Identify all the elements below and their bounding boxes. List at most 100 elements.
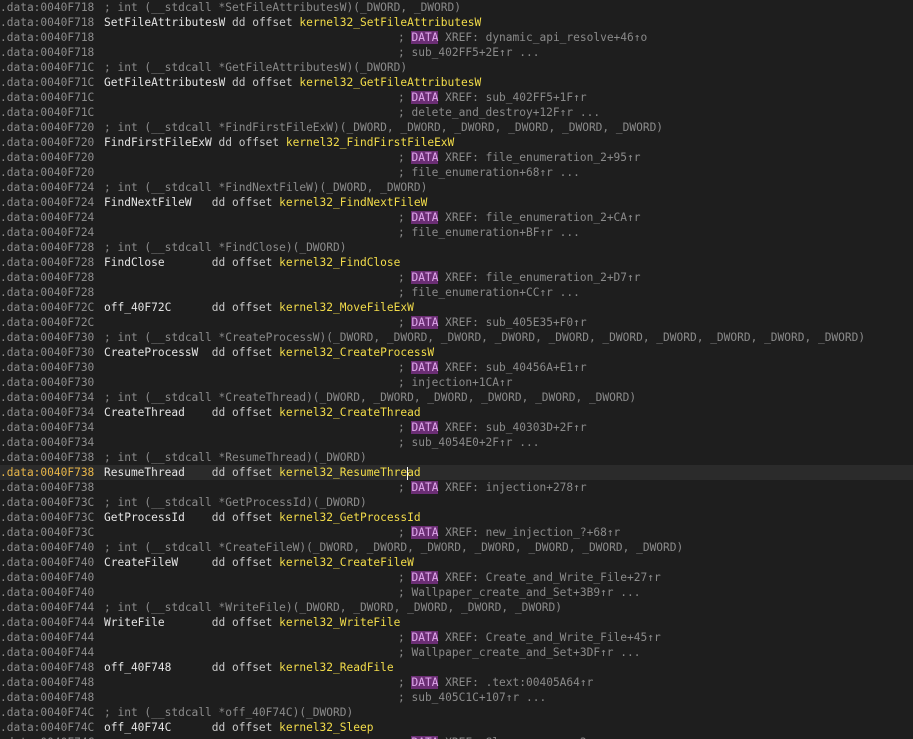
import-target-operand[interactable]: kernel32_Sleep (279, 721, 373, 734)
symbol-label[interactable]: off_40F74C (104, 721, 171, 734)
listing-line[interactable]: .data:0040F734 ; sub_4054E0+2F↑r ... (0, 435, 913, 450)
line-address[interactable]: .data:0040F730 (0, 330, 104, 345)
listing-line[interactable]: .data:0040F720; DATA XREF: file_enumerat… (0, 150, 913, 165)
line-address[interactable]: .data:0040F720 (0, 135, 104, 150)
line-address[interactable]: .data:0040F72C (0, 300, 104, 315)
symbol-label[interactable]: CreateThread (104, 406, 185, 419)
import-target-operand[interactable]: kernel32_FindNextFileW (279, 196, 427, 209)
line-address[interactable]: .data:0040F71C (0, 75, 104, 90)
listing-line[interactable]: .data:0040F728; int (__stdcall *FindClos… (0, 240, 913, 255)
line-address[interactable]: .data:0040F744 (0, 600, 104, 615)
line-address[interactable]: .data:0040F730 (0, 345, 104, 360)
listing-line[interactable]: .data:0040F71C; DATA XREF: sub_402FF5+1F… (0, 90, 913, 105)
line-address[interactable]: .data:0040F718 (0, 15, 104, 30)
line-address[interactable]: .data:0040F71C (0, 90, 104, 105)
xref-reference[interactable]: XREF: file_enumeration_2+D7↑r (438, 271, 640, 284)
listing-line[interactable]: .data:0040F728; DATA XREF: file_enumerat… (0, 270, 913, 285)
line-address[interactable]: .data:0040F718 (0, 45, 104, 60)
import-target-operand[interactable]: kernel32_ReadFile (279, 661, 394, 674)
line-address[interactable]: .data:0040F740 (0, 570, 104, 585)
import-target-operand[interactable]: kernel32_CreateThread (279, 406, 420, 419)
line-address[interactable]: .data:0040F720 (0, 165, 104, 180)
import-target-operand[interactable]: kernel32_WriteFile (279, 616, 400, 629)
listing-line[interactable]: .data:0040F720; int (__stdcall *FindFirs… (0, 120, 913, 135)
line-address[interactable]: .data:0040F718 (0, 30, 104, 45)
import-target-operand-tail[interactable]: ad (407, 466, 420, 479)
listing-line[interactable]: .data:0040F744; DATA XREF: Create_and_Wr… (0, 630, 913, 645)
symbol-label[interactable]: FindClose (104, 256, 165, 269)
import-target-operand[interactable]: kernel32_CreateFileW (279, 556, 414, 569)
line-address[interactable]: .data:0040F738 (0, 465, 104, 480)
listing-line[interactable]: .data:0040F740; int (__stdcall *CreateFi… (0, 540, 913, 555)
line-address[interactable]: .data:0040F744 (0, 630, 104, 645)
line-address[interactable]: .data:0040F724 (0, 225, 104, 240)
line-address[interactable]: .data:0040F730 (0, 375, 104, 390)
symbol-label[interactable]: GetProcessId (104, 511, 185, 524)
line-address[interactable]: .data:0040F728 (0, 255, 104, 270)
listing-line[interactable]: .data:0040F738; int (__stdcall *ResumeTh… (0, 450, 913, 465)
listing-line[interactable]: .data:0040F73C; DATA XREF: new_injection… (0, 525, 913, 540)
listing-line[interactable]: .data:0040F724 FindNextFileW dd offset ke… (0, 195, 913, 210)
line-address[interactable]: .data:0040F748 (0, 660, 104, 675)
xref-reference[interactable]: XREF: .text:00405A64↑r (438, 676, 593, 689)
xref-reference[interactable]: ; injection+1CA↑r (398, 376, 513, 389)
listing-line[interactable]: .data:0040F740 ; Wallpaper_create_and_Set… (0, 585, 913, 600)
listing-line[interactable]: .data:0040F74C off_40F74C dd offset kerne… (0, 720, 913, 735)
listing-line[interactable]: .data:0040F71C; int (__stdcall *GetFileA… (0, 60, 913, 75)
symbol-label[interactable]: WriteFile (104, 616, 165, 629)
line-address[interactable]: .data:0040F74C (0, 705, 104, 720)
listing-line[interactable]: .data:0040F730; int (__stdcall *CreatePr… (0, 330, 913, 345)
line-address[interactable]: .data:0040F738 (0, 450, 104, 465)
line-address[interactable]: .data:0040F72C (0, 315, 104, 330)
listing-line[interactable]: .data:0040F748; DATA XREF: .text:00405A6… (0, 675, 913, 690)
listing-line[interactable]: .data:0040F74C; int (__stdcall *off_40F7… (0, 705, 913, 720)
listing-line[interactable]: .data:0040F718; int (__stdcall *SetFileA… (0, 0, 913, 15)
xref-reference[interactable]: ; file_enumeration+CC↑r ... (398, 286, 580, 299)
symbol-label[interactable]: FindNextFileW (104, 196, 192, 209)
line-address[interactable]: .data:0040F718 (0, 0, 104, 15)
xref-reference[interactable]: ; Wallpaper_create_and_Set+3DF↑r ... (398, 646, 640, 659)
listing-line[interactable]: .data:0040F738; DATA XREF: injection+278… (0, 480, 913, 495)
line-address[interactable]: .data:0040F724 (0, 210, 104, 225)
line-address[interactable]: .data:0040F738 (0, 480, 104, 495)
listing-line[interactable]: .data:0040F740 CreateFileW dd offset kern… (0, 555, 913, 570)
line-address[interactable]: .data:0040F71C (0, 60, 104, 75)
import-target-operand[interactable]: kernel32_MoveFileExW (279, 301, 414, 314)
line-address[interactable]: .data:0040F730 (0, 360, 104, 375)
listing-line[interactable]: .data:0040F724; DATA XREF: file_enumerat… (0, 210, 913, 225)
current-listing-line[interactable]: .data:0040F738 ResumeThread dd offset ker… (0, 465, 913, 480)
xref-reference[interactable]: XREF: sub_40303D+2F↑r (438, 421, 586, 434)
listing-line[interactable]: .data:0040F744 ; Wallpaper_create_and_Set… (0, 645, 913, 660)
line-address[interactable]: .data:0040F720 (0, 120, 104, 135)
line-address[interactable]: .data:0040F74C (0, 720, 104, 735)
xref-reference[interactable]: XREF: sub_40456A+E1↑r (438, 361, 586, 374)
line-address[interactable]: .data:0040F728 (0, 285, 104, 300)
line-address[interactable]: .data:0040F744 (0, 645, 104, 660)
xref-reference[interactable]: ; delete_and_destroy+12F↑r ... (398, 106, 600, 119)
line-address[interactable]: .data:0040F734 (0, 435, 104, 450)
listing-line[interactable]: .data:0040F72C off_40F72C dd offset kerne… (0, 300, 913, 315)
disassembly-listing[interactable]: .data:0040F718; int (__stdcall *SetFileA… (0, 0, 913, 739)
listing-line[interactable]: .data:0040F72C; DATA XREF: sub_405E35+F0… (0, 315, 913, 330)
listing-line[interactable]: .data:0040F724 ; file_enumeration+BF↑r ..… (0, 225, 913, 240)
xref-reference[interactable]: XREF: sub_402FF5+1F↑r (438, 91, 586, 104)
listing-line[interactable]: .data:0040F718 SetFileAttributesW dd offs… (0, 15, 913, 30)
xref-reference[interactable]: XREF: sub_405E35+F0↑r (438, 316, 586, 329)
line-address[interactable]: .data:0040F720 (0, 150, 104, 165)
line-address[interactable]: .data:0040F734 (0, 390, 104, 405)
xref-reference[interactable]: XREF: new_injection_?+68↑r (438, 526, 620, 539)
xref-reference[interactable]: XREF: file_enumeration_2+95↑r (438, 151, 640, 164)
line-address[interactable]: .data:0040F73C (0, 525, 104, 540)
listing-line[interactable]: .data:0040F748 ; sub_405C1C+107↑r ... (0, 690, 913, 705)
line-address[interactable]: .data:0040F73C (0, 510, 104, 525)
import-target-operand[interactable]: kernel32_CreateProcessW (279, 346, 434, 359)
xref-reference[interactable]: ; Wallpaper_create_and_Set+3B9↑r ... (398, 586, 640, 599)
xref-reference[interactable]: ; sub_402FF5+2E↑r ... (398, 46, 539, 59)
symbol-label[interactable]: SetFileAttributesW (104, 16, 225, 29)
xref-reference[interactable]: XREF: file_enumeration_2+CA↑r (438, 211, 640, 224)
symbol-label[interactable]: off_40F748 (104, 661, 171, 674)
listing-line[interactable]: .data:0040F734; int (__stdcall *CreateTh… (0, 390, 913, 405)
line-address[interactable]: .data:0040F734 (0, 405, 104, 420)
listing-line[interactable]: .data:0040F74C; DATA XREF: Sleep_wrapper… (0, 735, 913, 739)
listing-line[interactable]: .data:0040F730 ; injection+1CA↑r (0, 375, 913, 390)
